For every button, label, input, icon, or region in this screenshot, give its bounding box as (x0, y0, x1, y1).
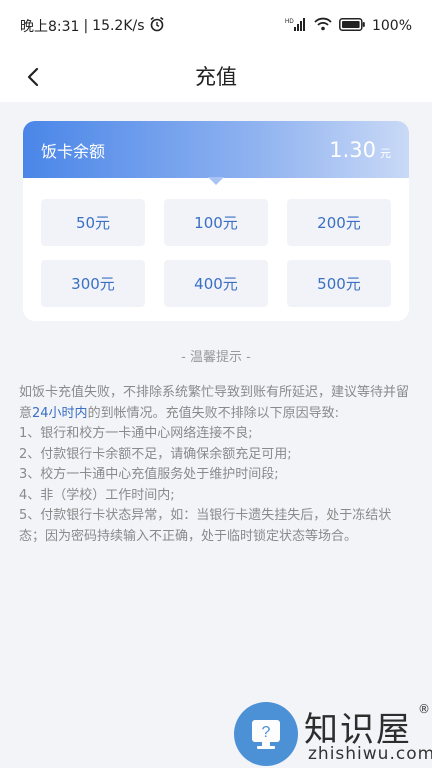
wifi-icon (314, 17, 332, 35)
status-left: 晚上8:31 | 15.2K/s (20, 16, 165, 36)
amount-option-100[interactable]: 100元 (164, 199, 268, 246)
cellular-signal-icon: HD (285, 17, 307, 35)
watermark-registered: ® (418, 702, 430, 716)
balance-header: 饭卡余额 1.30 元 (23, 121, 409, 185)
amount-option-200[interactable]: 200元 (287, 199, 391, 246)
status-right: HD 100% (285, 17, 412, 35)
nav-bar: 充值 (0, 52, 432, 102)
tips-title: - 温馨提示 - (181, 350, 251, 365)
amount-option-500[interactable]: 500元 (287, 260, 391, 307)
alarm-icon (149, 16, 165, 36)
status-bar: 晚上8:31 | 15.2K/s HD 100% (0, 0, 432, 52)
recharge-card: 饭卡余额 1.30 元 50元 100元 200元 300元 400元 500元 (23, 121, 409, 321)
page-title: 充值 (195, 65, 237, 89)
svg-text:?: ? (262, 724, 271, 741)
tips-highlight: 24小时内 (32, 405, 88, 421)
svg-text:HD: HD (285, 19, 294, 25)
tips-item: 2、付款银行卡余额不足，请确保余额充足可用; (19, 446, 292, 462)
balance-value: 1.30 元 (329, 138, 391, 162)
balance-amount: 1.30 (329, 137, 376, 162)
tips-item: 1、银行和校方一卡通中心网络连接不良; (19, 426, 253, 441)
tips-intro-part2: 的到帐情况。充值失败不排除以下原因导致: (87, 405, 339, 421)
tips-body: 如饭卡充值失败，不排除系统繁忙导致到账有所延迟，建议等待并留意24小时内的到帐情… (19, 383, 415, 547)
status-time: 晚上8:31 (20, 19, 80, 35)
balance-unit: 元 (380, 146, 391, 160)
amount-option-50[interactable]: 50元 (41, 199, 145, 246)
amount-option-400[interactable]: 400元 (164, 260, 268, 307)
tips-item: 5、付款银行卡状态异常，如：当银行卡遗失挂失后，处于冻结状态；因为密码持续输入不… (19, 508, 392, 544)
help-monitor-icon: ? (234, 702, 298, 766)
amount-options: 50元 100元 200元 300元 400元 500元 (41, 199, 391, 307)
amount-option-300[interactable]: 300元 (41, 260, 145, 307)
battery-percent: 100% (371, 18, 412, 34)
balance-label: 饭卡余额 (41, 141, 106, 161)
tips-intro: 如饭卡充值失败，不排除系统繁忙导致到账有所延迟，建议等待并留意24小时内的到帐情… (19, 383, 415, 424)
watermark-url: zhishiwu.com (308, 744, 432, 764)
tips-item: 3、校方一卡通中心充值服务处于维护时间段; (19, 467, 279, 482)
watermark-logo: ? 知识屋 ® zhishiwu.com (232, 700, 432, 768)
status-separator: | (83, 18, 89, 34)
network-speed: 15.2K/s (92, 18, 145, 34)
battery-icon (339, 17, 365, 35)
tips-item: 4、非（学校）工作时间内; (19, 487, 175, 503)
